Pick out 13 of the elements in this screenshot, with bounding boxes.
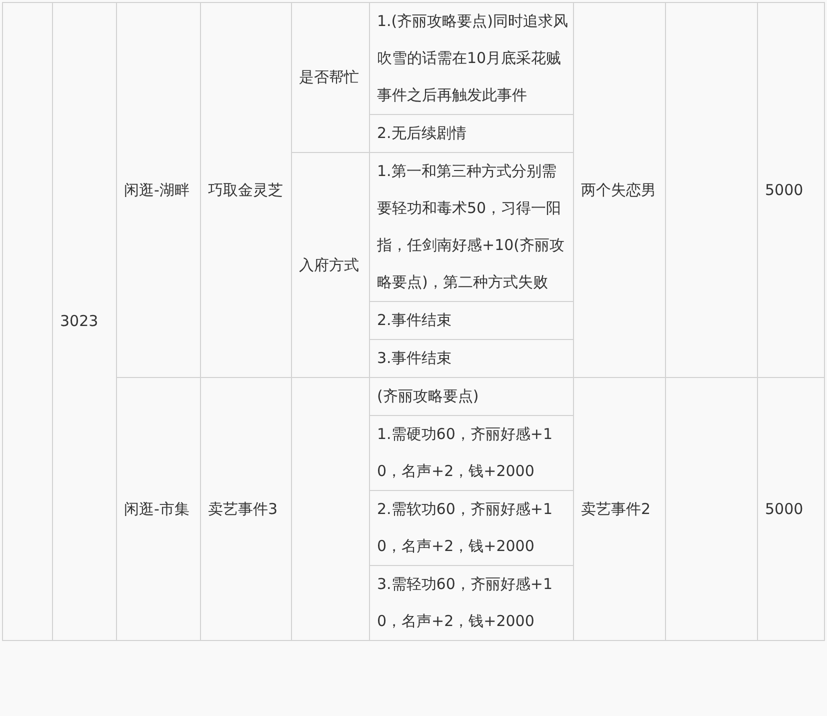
table-cell: 闲逛-市集 (116, 378, 200, 640)
table-cell: 巧取金灵芝 (200, 2, 292, 378)
table-cell: 1.(齐丽攻略要点)同时追求风吹雪的话需在10月底采花贼事件之后再触发此事件 (370, 2, 574, 114)
table-cell: 5000 (758, 378, 824, 640)
table-cell: 3023 (52, 2, 116, 640)
table-cell: 卖艺事件3 (200, 378, 292, 640)
table-cell: 两个失恋男 (574, 2, 666, 378)
table-cell: 闲逛-湖畔 (116, 2, 200, 378)
table-cell: (齐丽攻略要点) (370, 378, 574, 416)
table-cell: 卖艺事件2 (574, 378, 666, 640)
table-cell: 是否帮忙 (292, 2, 370, 152)
table-cell: 5000 (758, 2, 824, 378)
table-cell: 入府方式 (292, 152, 370, 378)
